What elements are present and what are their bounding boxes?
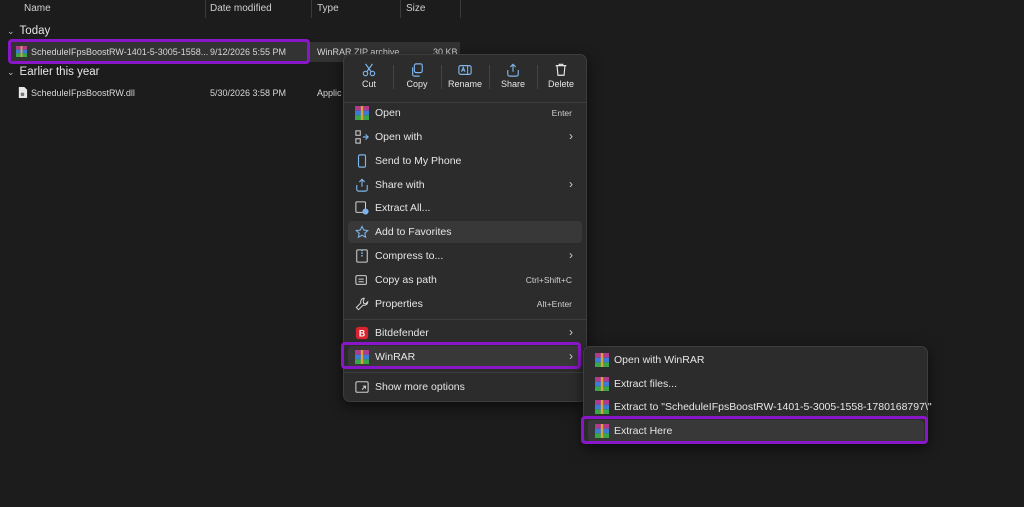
file-name: ScheduleIFpsBoostRW.dll [31, 88, 135, 98]
menu-item-label: Share with [375, 179, 425, 191]
winrar-icon [595, 400, 609, 414]
extract-all-icon [355, 201, 369, 215]
trash-icon [555, 63, 567, 76]
menu-item-label: Properties [375, 298, 423, 310]
compress-icon [356, 249, 368, 263]
copy-button[interactable]: Copy [393, 61, 441, 97]
svg-text:B: B [359, 329, 365, 339]
cut-button[interactable]: Cut [345, 61, 393, 97]
open-with-icon [355, 130, 369, 144]
share-label: Share [500, 79, 526, 89]
copy-label: Copy [406, 79, 428, 89]
highlight-box-winrar [341, 342, 581, 369]
chevron-right-icon: › [569, 129, 573, 143]
menu-item-open-with[interactable]: Open with › [348, 126, 582, 148]
menu-item-shortcut: Enter [551, 108, 572, 118]
column-size[interactable]: Size [406, 3, 425, 14]
menu-item-copy-as-path[interactable]: Copy as path Ctrl+Shift+C [348, 269, 582, 291]
menu-item-add-to-favorites[interactable]: Add to Favorites [348, 221, 582, 243]
delete-label: Delete [547, 79, 574, 89]
more-options-icon [355, 381, 369, 393]
menu-item-label: Compress to... [375, 250, 444, 262]
group-header-today[interactable]: ⌄ Today [7, 25, 50, 37]
menu-item-label: Extract All... [375, 202, 431, 214]
highlight-box-file [8, 39, 310, 64]
menu-item-shortcut: Alt+Enter [536, 299, 572, 309]
group-label: Today [19, 25, 51, 37]
menu-item-open[interactable]: Open Enter [348, 102, 582, 124]
dll-file-icon [18, 87, 28, 98]
column-name[interactable]: Name [24, 3, 51, 14]
star-icon [355, 225, 369, 239]
menu-item-extract-all[interactable]: Extract All... [348, 197, 582, 219]
wrench-icon [355, 297, 369, 311]
delete-button[interactable]: Delete [537, 61, 585, 97]
rename-label: Rename [447, 79, 483, 89]
menu-item-label: Send to My Phone [375, 155, 462, 167]
rename-button[interactable]: Rename [441, 61, 489, 97]
submenu-item-extract-to[interactable]: Extract to "ScheduleIFpsBoostRW-1401-5-3… [588, 396, 932, 418]
group-label: Earlier this year [19, 66, 100, 78]
chevron-right-icon: › [569, 325, 573, 339]
share-button[interactable]: Share [489, 61, 537, 97]
menu-item-label: Add to Favorites [375, 226, 452, 238]
chevron-down-icon: ⌄ [7, 25, 15, 36]
menu-item-compress-to[interactable]: Compress to... › [348, 245, 582, 267]
submenu-item-label: Extract to "ScheduleIFpsBoostRW-1401-5-3… [614, 401, 932, 413]
menu-item-label: Show more options [375, 381, 465, 393]
rename-icon [458, 65, 472, 75]
menu-item-label: Copy as path [375, 274, 437, 286]
menu-item-label: Bitdefender [375, 327, 429, 339]
chevron-right-icon: › [569, 177, 573, 191]
column-type[interactable]: Type [317, 3, 339, 14]
highlight-box-extract-here [581, 416, 928, 444]
submenu-item-label: Open with WinRAR [614, 354, 705, 366]
submenu-item-label: Extract files... [614, 378, 678, 390]
chevron-right-icon: › [569, 248, 573, 262]
winrar-icon [595, 353, 609, 367]
winrar-icon [595, 377, 609, 391]
phone-icon [357, 154, 367, 168]
copy-path-icon [355, 275, 367, 285]
menu-item-bitdefender[interactable]: B Bitdefender › [348, 322, 582, 344]
menu-item-show-more-options[interactable]: Show more options [348, 376, 582, 398]
bitdefender-icon: B [355, 326, 369, 340]
submenu-item-extract-files[interactable]: Extract files... [588, 373, 924, 395]
file-type: Applic [317, 88, 342, 98]
chevron-down-icon: ⌄ [7, 66, 15, 77]
group-header-earlier[interactable]: ⌄ Earlier this year [7, 66, 99, 78]
file-date: 5/30/2026 3:58 PM [210, 88, 287, 98]
column-date-modified[interactable]: Date modified [210, 3, 272, 14]
scissors-icon [362, 63, 376, 77]
menu-item-properties[interactable]: Properties Alt+Enter [348, 293, 582, 315]
winrar-icon [355, 106, 369, 120]
share-icon [507, 63, 519, 77]
column-header: Name Date modified Type Size [0, 0, 462, 18]
menu-item-label: Open [375, 107, 401, 119]
menu-item-share-with[interactable]: Share with › [348, 174, 582, 196]
cut-label: Cut [361, 79, 376, 89]
menu-item-send-to-phone[interactable]: Send to My Phone [348, 150, 582, 172]
share-with-icon [356, 178, 368, 192]
submenu-item-open-with-winrar[interactable]: Open with WinRAR [588, 349, 924, 371]
menu-item-shortcut: Ctrl+Shift+C [525, 275, 572, 285]
menu-item-label: Open with [375, 131, 423, 143]
copy-icon [412, 63, 423, 77]
